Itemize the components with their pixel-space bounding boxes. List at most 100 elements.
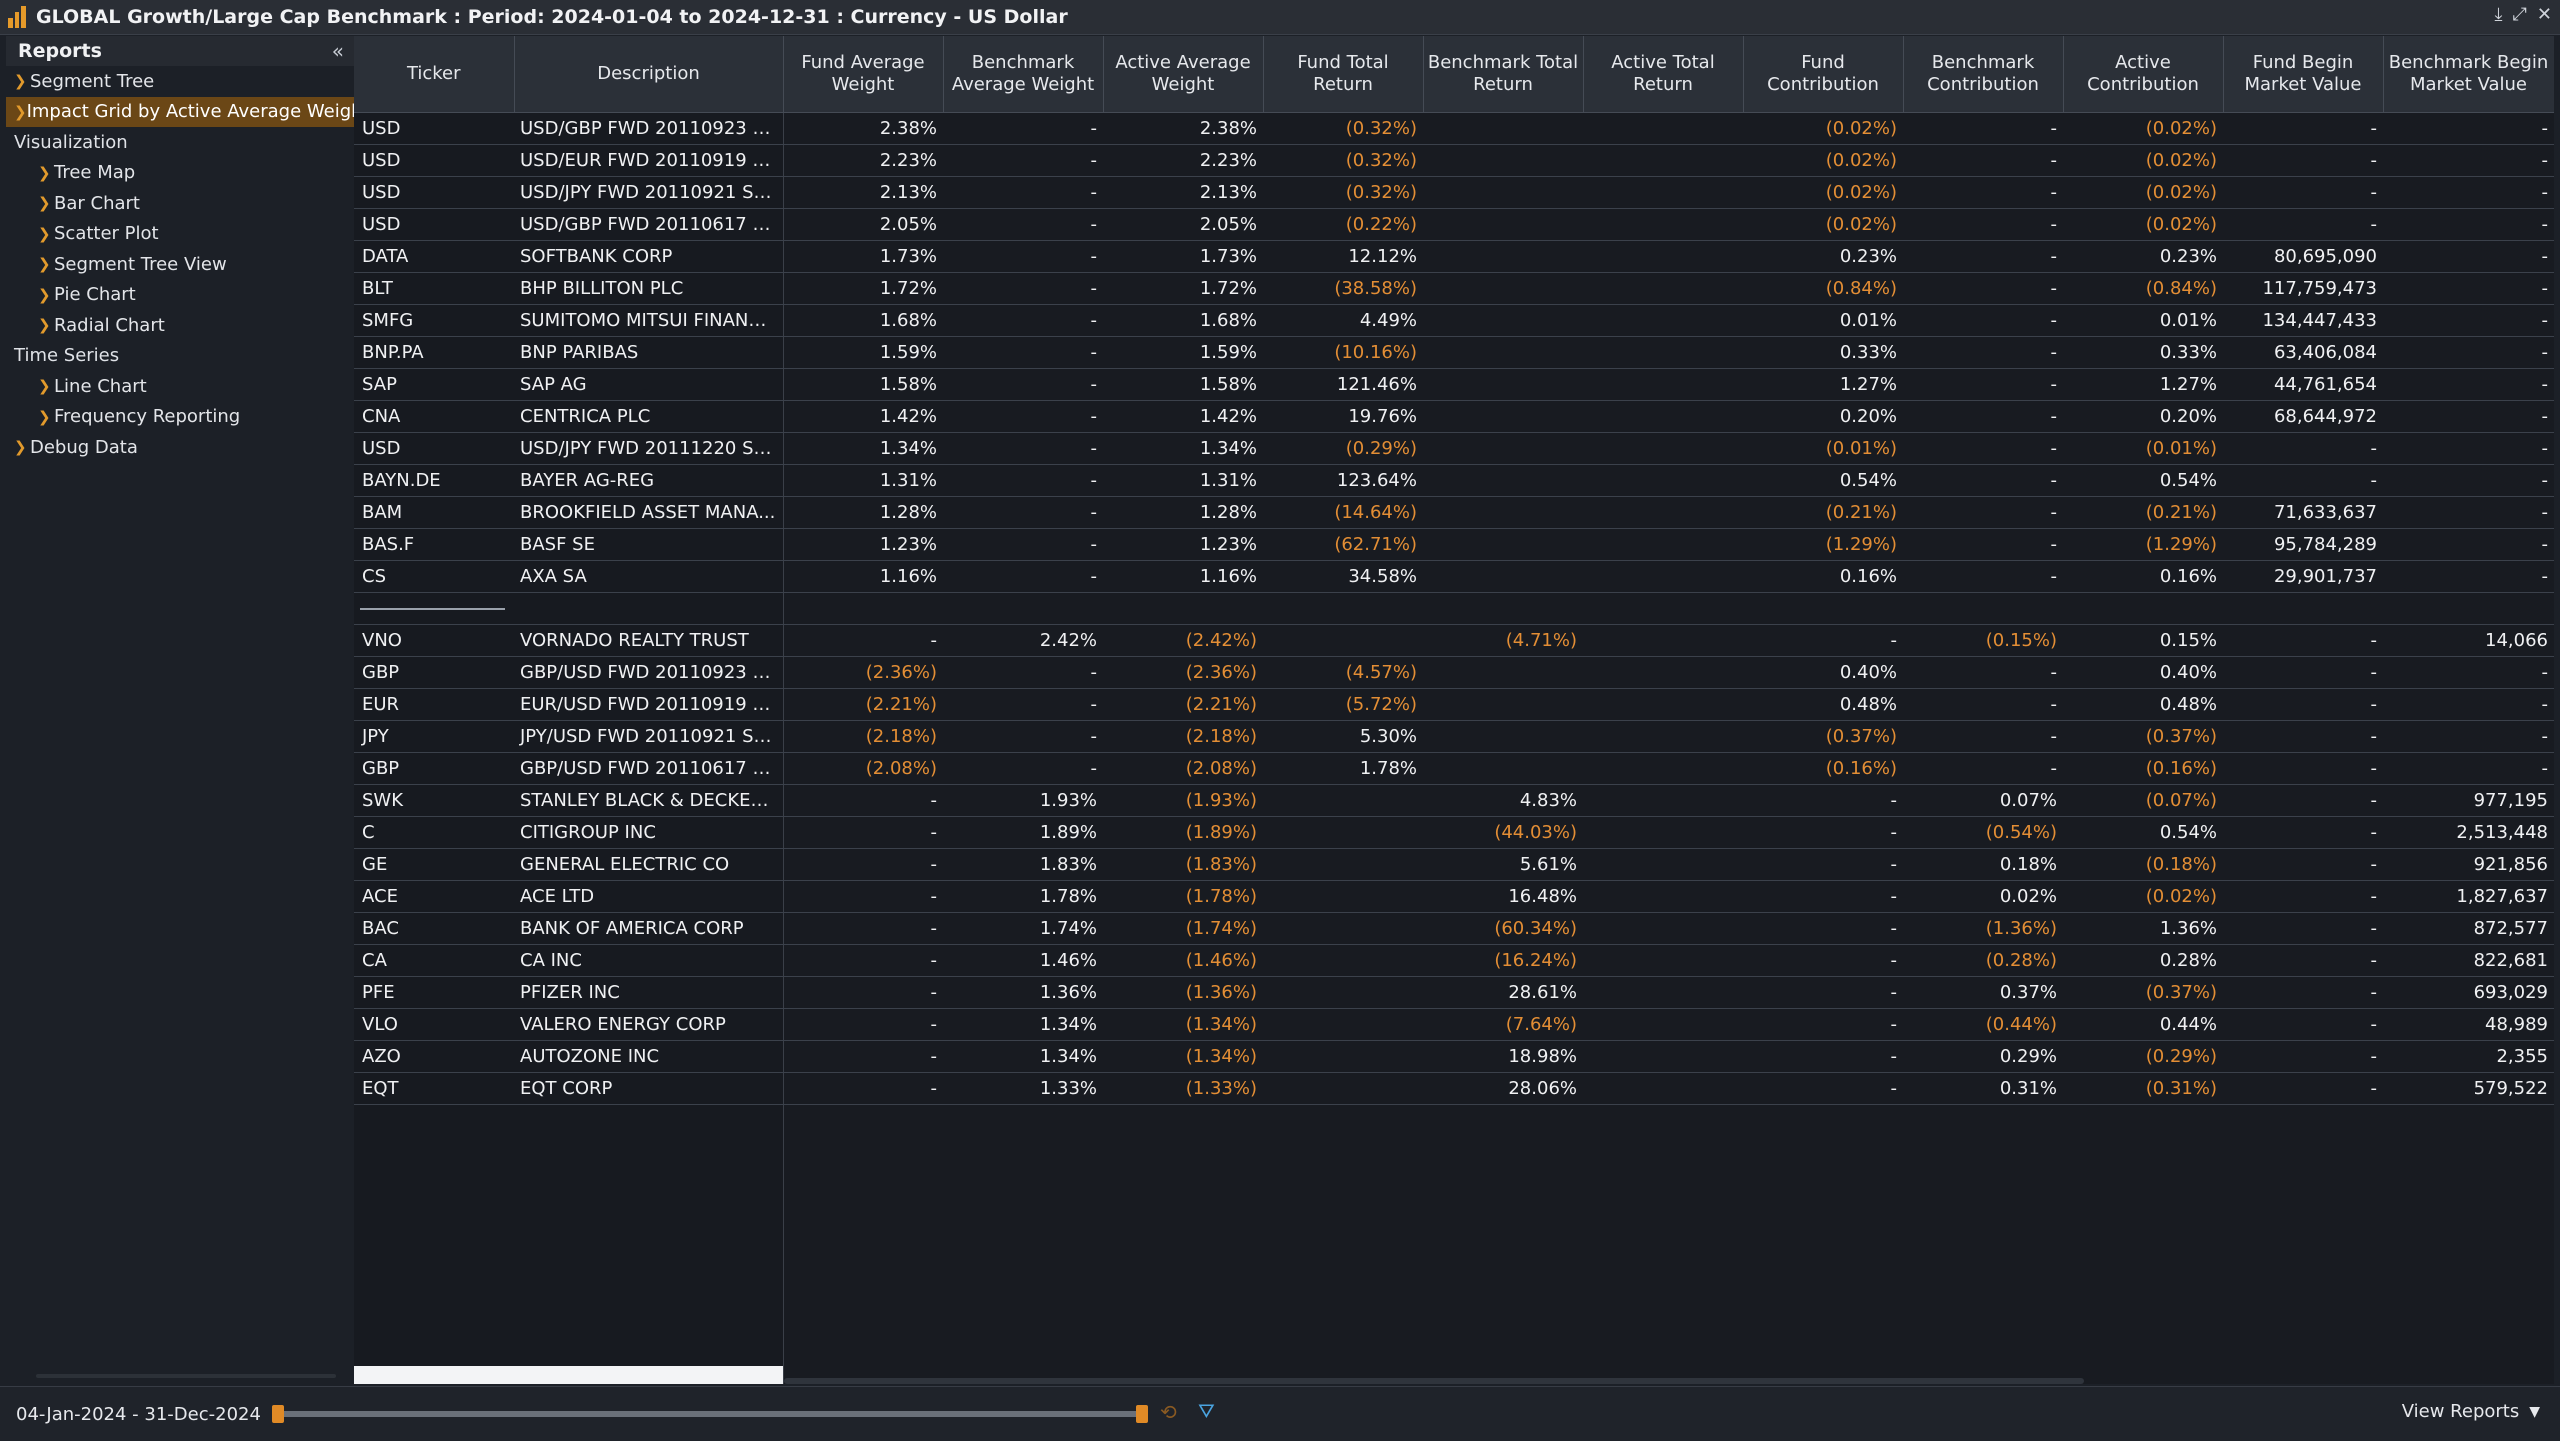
column-header[interactable]: Fund Total Return (1263, 36, 1424, 113)
table-row[interactable]: SAP SAP AG 1.58% -1.58% 121.46% 1.27% -1.27% 44… (354, 368, 2554, 401)
value-cell: (10.16%) (1263, 336, 1423, 369)
table-row[interactable]: PFE PFIZER INC -1.36% (1.36%) 28.61% -0.37% (0… (354, 976, 2554, 1009)
column-header[interactable]: Active Average Weight (1103, 36, 1264, 113)
column-header[interactable]: Ticker (354, 36, 515, 113)
collapse-sidebar-icon[interactable]: « (332, 39, 344, 63)
filter-icon[interactable]: ⛛ (1198, 1399, 1215, 1423)
column-header[interactable]: Benchmark Total Return (1423, 36, 1584, 113)
slider-start-handle[interactable] (272, 1405, 284, 1423)
table-row[interactable]: BNP.PA BNP PARIBAS 1.59% -1.59% (10.16%) 0.33… (354, 336, 2554, 369)
view-reports-button[interactable]: View Reports ▼ (2402, 1401, 2540, 1422)
description-cell: AXA SA (514, 560, 783, 593)
description-cell: USD/EUR FWD 20110919 S... (514, 144, 783, 177)
table-row[interactable]: VNO VORNADO REALTY TRUST -2.42% (2.42%) (4.7… (354, 624, 2554, 657)
close-icon[interactable]: ✕ (2537, 4, 2552, 25)
sidebar-item[interactable]: ❯ Pie Chart (6, 280, 354, 311)
value-cell (1423, 752, 1583, 785)
table-row[interactable]: C CITIGROUP INC -1.89% (1.89%) (44.03%) - (0.5… (354, 816, 2554, 849)
table-row[interactable]: BAYN.DE BAYER AG-REG 1.31% -1.31% 123.64% 0.5… (354, 464, 2554, 497)
value-cell: (2.18%) (1103, 720, 1263, 753)
maximize-icon[interactable]: ⤢ (2513, 4, 2527, 25)
value-cell: (2.08%) (1103, 752, 1263, 785)
column-header[interactable]: Description (514, 36, 784, 113)
value-cell: - (2383, 240, 2554, 273)
horizontal-scrollbar[interactable] (784, 1378, 2084, 1384)
value-cell: (0.54%) (1903, 816, 2063, 849)
reset-icon[interactable]: ⟲ (1160, 1400, 1177, 1424)
column-header[interactable]: Benchmark Contribution (1903, 36, 2064, 113)
download-icon[interactable]: ⤓ (2495, 4, 2503, 25)
sidebar-item-label: Segment Tree (30, 70, 155, 92)
value-cell: 0.28% (2063, 944, 2223, 977)
column-header[interactable]: Active Contribution (2063, 36, 2224, 113)
value-cell: (0.44%) (1903, 1008, 2063, 1041)
table-row[interactable]: USD USD/GBP FWD 20110617 ST... 2.05% -2.05%… (354, 208, 2554, 241)
value-cell (1583, 208, 1743, 241)
sidebar-item[interactable]: ❯ Scatter Plot (6, 219, 354, 250)
column-header[interactable]: Fund Begin Market Value (2223, 36, 2384, 113)
slider-end-handle[interactable] (1136, 1405, 1148, 1423)
sidebar-item[interactable]: ❯ Segment Tree View (6, 249, 354, 280)
table-row[interactable]: VLO VALERO ENERGY CORP -1.34% (1.34%) (7.64%… (354, 1008, 2554, 1041)
column-header[interactable]: Benchmark Begin Market Value (2383, 36, 2554, 113)
column-header[interactable]: Fund Contribution (1743, 36, 1904, 113)
value-cell: 28.06% (1423, 1072, 1583, 1105)
column-header[interactable]: Fund Average Weight (783, 36, 944, 113)
table-row[interactable]: GE GENERAL ELECTRIC CO -1.83% (1.83%) 5.61% -… (354, 848, 2554, 881)
sidebar-item[interactable]: ❯ Impact Grid by Active Average Weight (6, 96, 370, 127)
table-row[interactable]: ACE ACE LTD -1.78% (1.78%) 16.48% -0.02% (0.02… (354, 880, 2554, 913)
value-cell: (1.36%) (1903, 912, 2063, 945)
sidebar-item[interactable]: ❯ Debug Data (6, 432, 354, 463)
value-cell: - (2383, 208, 2554, 241)
table-row[interactable]: BLT BHP BILLITON PLC 1.72% -1.72% (38.58%) (0… (354, 272, 2554, 305)
value-cell: - (783, 976, 943, 1009)
value-cell: 1.93% (943, 784, 1103, 817)
sidebar-item[interactable]: ❯ Frequency Reporting (6, 402, 354, 433)
table-row[interactable]: GBP GBP/USD FWD 20110617 ST... (2.08%) - (2.… (354, 752, 2554, 785)
table-row[interactable]: CNA CENTRICA PLC 1.42% -1.42% 19.76% 0.20% -0.… (354, 400, 2554, 433)
sidebar-item-label: Segment Tree View (54, 253, 227, 275)
table-row[interactable]: BAS.F BASF SE 1.23% -1.23% (62.71%) (1.29%) -(… (354, 528, 2554, 561)
table-row[interactable]: BAM BROOKFIELD ASSET MANA... 1.28% -1.28% (1… (354, 496, 2554, 529)
table-row[interactable]: JPY JPY/USD FWD 20110921 ST... (2.18%) - (2.… (354, 720, 2554, 753)
table-row[interactable]: USD USD/JPY FWD 20111220 ST... 1.34% -1.34%… (354, 432, 2554, 465)
description-cell: BHP BILLITON PLC (514, 272, 783, 305)
sidebar-item[interactable]: ❯ Line Chart (6, 371, 354, 402)
column-header[interactable]: Benchmark Average Weight (943, 36, 1104, 113)
table-row[interactable]: USD USD/GBP FWD 20110923 ST... 2.38% -2.38%… (354, 112, 2554, 145)
sidebar-item[interactable]: ❯ Radial Chart (6, 310, 354, 341)
value-cell (1583, 112, 1743, 145)
value-cell: - (1743, 1040, 1903, 1073)
value-cell (1423, 272, 1583, 305)
value-cell: - (1743, 880, 1903, 913)
description-cell: VORNADO REALTY TRUST (514, 624, 783, 657)
date-range-slider[interactable] (272, 1405, 1148, 1423)
value-cell: 80,695,090 (2223, 240, 2383, 273)
sidebar-item[interactable]: ❯ Tree Map (6, 158, 354, 189)
table-row[interactable]: EQT EQT CORP -1.33% (1.33%) 28.06% -0.31% (0.3… (354, 1072, 2554, 1105)
table-row[interactable]: AZO AUTOZONE INC -1.34% (1.34%) 18.98% -0.29%… (354, 1040, 2554, 1073)
table-row[interactable]: DATA SOFTBANK CORP 1.73% -1.73% 12.12% 0.23% -… (354, 240, 2554, 273)
column-header[interactable]: Active Total Return (1583, 36, 1744, 113)
table-row[interactable]: CS AXA SA 1.16% -1.16% 34.58% 0.16% -0.16% 29,9… (354, 560, 2554, 593)
sidebar-header: Reports « (6, 36, 354, 66)
sidebar-scrollbar[interactable] (36, 1374, 336, 1378)
table-row[interactable]: EUR EUR/USD FWD 20110919 S... (2.21%) - (2.2… (354, 688, 2554, 721)
sidebar-item[interactable]: ❯ Segment Tree (6, 66, 354, 97)
chevron-right-icon: ❯ (38, 194, 51, 213)
table-row[interactable]: BAC BANK OF AMERICA CORP -1.74% (1.74%) (60.… (354, 912, 2554, 945)
table-row[interactable]: GBP GBP/USD FWD 20110923 ST... (2.36%) - (2.… (354, 656, 2554, 689)
value-cell (1583, 240, 1743, 273)
table-row[interactable]: USD USD/EUR FWD 20110919 S... 2.23% -2.23%(… (354, 144, 2554, 177)
sidebar-item-label: Scatter Plot (54, 223, 159, 245)
value-cell: (1.89%) (1103, 816, 1263, 849)
table-row[interactable]: SMFG SUMITOMO MITSUI FINANC... 1.68% -1.68%… (354, 304, 2554, 337)
table-row[interactable]: SWK STANLEY BLACK & DECKER ... -1.93% (1.93… (354, 784, 2554, 817)
value-cell: 2,355 (2383, 1040, 2554, 1073)
view-reports-label: View Reports (2401, 1401, 2520, 1422)
table-row[interactable]: USD USD/JPY FWD 20110921 ST... 2.13% -2.13%… (354, 176, 2554, 209)
table-row[interactable]: CA CA INC -1.46% (1.46%) (16.24%) - (0.28%) 0.2… (354, 944, 2554, 977)
value-cell: - (1903, 752, 2063, 785)
value-cell (1423, 432, 1583, 465)
sidebar-item[interactable]: ❯ Bar Chart (6, 188, 354, 219)
